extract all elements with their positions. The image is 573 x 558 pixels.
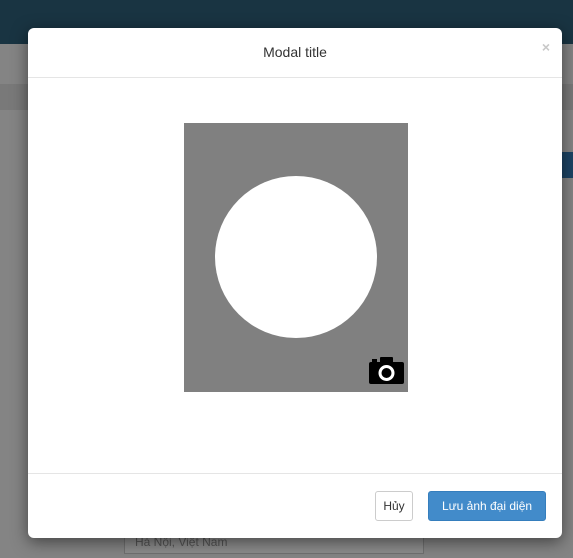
avatar-modal: Modal title × Hủy Lưu ảnh đại diện bbox=[28, 28, 562, 538]
avatar-crop-circle[interactable] bbox=[215, 176, 377, 338]
close-icon[interactable]: × bbox=[542, 40, 550, 54]
cancel-button[interactable]: Hủy bbox=[375, 491, 413, 521]
save-avatar-button[interactable]: Lưu ảnh đại diện bbox=[428, 491, 546, 521]
camera-icon[interactable] bbox=[369, 356, 404, 384]
modal-footer: Hủy Lưu ảnh đại diện bbox=[28, 473, 562, 538]
modal-body bbox=[28, 78, 562, 473]
avatar-preview bbox=[184, 123, 408, 392]
modal-title: Modal title bbox=[263, 44, 327, 60]
modal-header: Modal title × bbox=[28, 28, 562, 78]
